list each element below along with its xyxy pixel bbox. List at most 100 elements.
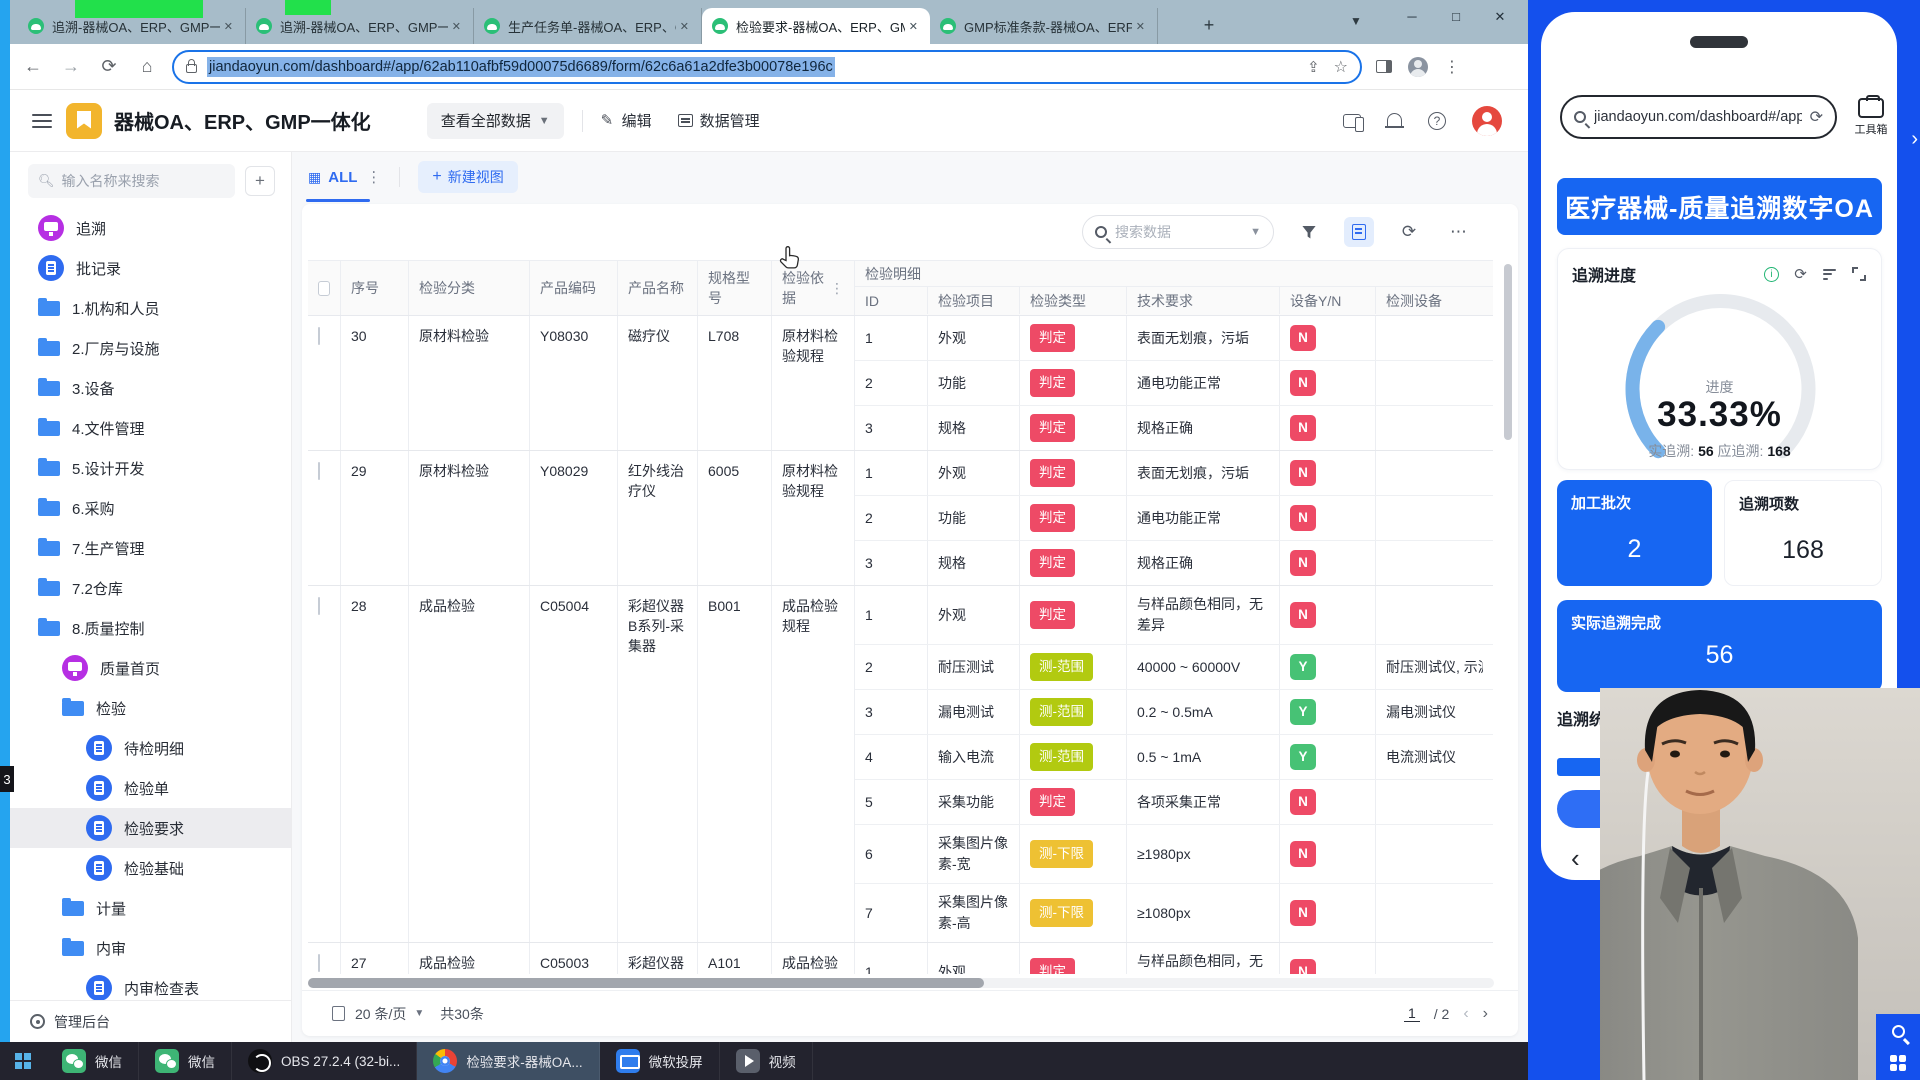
- tab-close-icon[interactable]: ✕: [676, 18, 693, 35]
- taskbar-item[interactable]: 微信: [139, 1042, 232, 1080]
- mobile-preview-icon[interactable]: [1343, 114, 1361, 128]
- taskbar-item[interactable]: 检验要求-器械OA...: [417, 1042, 599, 1080]
- detail-row[interactable]: 3漏电测试测-范围0.2 ~ 0.5mAY漏电测试仪: [855, 690, 1493, 735]
- form-view-toggle[interactable]: [1344, 217, 1374, 247]
- table-row[interactable]: 29原材料检验Y08029红外线治疗仪6005原材料检验规程1外观判定表面无划痕…: [308, 451, 1493, 586]
- table-row[interactable]: 28成品检验C05004彩超仪器B系列-采集器B001成品检验规程1外观判定与样…: [308, 586, 1493, 943]
- detail-row[interactable]: 1外观判定与样品颜色相同，无差异N: [855, 586, 1493, 645]
- column-header[interactable]: 技术要求: [1127, 287, 1280, 314]
- sidebar-item[interactable]: 3.设备: [10, 368, 291, 408]
- new-view-button[interactable]: +新建视图: [418, 161, 517, 193]
- tab-close-icon[interactable]: ✕: [905, 18, 922, 35]
- sidebar-item[interactable]: 检验单: [10, 768, 291, 808]
- phone-url-bar[interactable]: jiandaoyun.com/dashboard#/app/... ⟳: [1560, 95, 1837, 139]
- panel-collapse-icon[interactable]: ›: [1911, 128, 1918, 151]
- side-panel-icon[interactable]: [1376, 60, 1392, 73]
- new-tab-button[interactable]: +: [1196, 12, 1222, 38]
- column-header[interactable]: 产品名称: [618, 261, 698, 315]
- taskbar-item[interactable]: 微信: [46, 1042, 139, 1080]
- browser-tab[interactable]: 追溯-器械OA、ERP、GMP一体化✕: [246, 8, 474, 44]
- taskbar-item[interactable]: OBS 27.2.4 (32-bi...: [232, 1042, 417, 1080]
- admin-backend-link[interactable]: 管理后台: [10, 1000, 291, 1042]
- url-bar[interactable]: jiandaoyun.com/dashboard#/app/62ab110afb…: [172, 50, 1362, 84]
- table-search-input[interactable]: 搜索数据 ▼: [1082, 215, 1274, 249]
- current-page-input[interactable]: 1: [1404, 1005, 1420, 1022]
- sidebar-item[interactable]: 1.机构和人员: [10, 288, 291, 328]
- prev-page-icon[interactable]: ‹: [1463, 1005, 1468, 1023]
- row-checkbox[interactable]: [318, 954, 320, 972]
- column-header[interactable]: 检验项目: [928, 287, 1020, 314]
- column-header[interactable]: 检验类型: [1020, 287, 1127, 314]
- search-tool-icon[interactable]: [1883, 1016, 1913, 1046]
- taskbar-item[interactable]: 微软投屏: [600, 1042, 720, 1080]
- tab-search-chevron-icon[interactable]: ▼: [1350, 14, 1362, 28]
- detail-row[interactable]: 2功能判定通电功能正常N: [855, 496, 1493, 541]
- horizontal-scrollbar[interactable]: [308, 978, 1494, 988]
- tab-close-icon[interactable]: ✕: [220, 18, 237, 35]
- sidebar-item[interactable]: 计量: [10, 888, 291, 928]
- sidebar-item[interactable]: 检验基础: [10, 848, 291, 888]
- tab-all-view[interactable]: ▦ ALL ⋮: [308, 152, 381, 202]
- close-button[interactable]: ✕: [1478, 0, 1522, 34]
- sidebar-item[interactable]: 5.设计开发: [10, 448, 291, 488]
- page-size[interactable]: 20 条/页: [355, 1004, 406, 1024]
- tab-close-icon[interactable]: ✕: [448, 18, 465, 35]
- detail-row[interactable]: 1外观判定与样品颜色相同，无差异N: [855, 943, 1493, 974]
- sidebar-item[interactable]: 质量首页: [10, 648, 291, 688]
- detail-row[interactable]: 6采集图片像素-宽测-下限≥1980pxN: [855, 825, 1493, 884]
- edit-button[interactable]: 编辑: [601, 110, 652, 131]
- sidebar-item[interactable]: 检验要求: [10, 808, 291, 848]
- detail-row[interactable]: 3规格判定规格正确N: [855, 541, 1493, 585]
- row-checkbox[interactable]: [318, 462, 320, 480]
- view-options-icon[interactable]: ⋮: [366, 168, 381, 186]
- detail-row[interactable]: 1外观判定表面无划痕，污垢N: [855, 316, 1493, 361]
- data-management-button[interactable]: 数据管理: [678, 110, 760, 131]
- maximize-button[interactable]: □: [1434, 0, 1478, 34]
- forward-icon[interactable]: →: [56, 56, 86, 77]
- detail-row[interactable]: 2耐压测试测-范围40000 ~ 60000VY耐压测试仪, 示波器: [855, 645, 1493, 690]
- sidebar-item[interactable]: 6.采购: [10, 488, 291, 528]
- column-header[interactable]: 规格型号: [698, 261, 772, 315]
- hamburger-icon[interactable]: [32, 110, 52, 132]
- sidebar-item[interactable]: 检验: [10, 688, 291, 728]
- select-all-checkbox[interactable]: [318, 281, 330, 296]
- page-size-dropdown-icon[interactable]: ▼: [414, 1008, 424, 1019]
- sidebar-add-button[interactable]: +: [245, 166, 275, 196]
- reload-icon[interactable]: ⟳: [94, 56, 124, 77]
- vertical-scrollbar[interactable]: [1504, 264, 1512, 440]
- column-menu-icon[interactable]: ⋮: [830, 280, 844, 297]
- sidebar-item[interactable]: 待检明细: [10, 728, 291, 768]
- sidebar-item[interactable]: 批记录: [10, 248, 291, 288]
- view-all-data-button[interactable]: 查看全部数据▼: [427, 103, 564, 139]
- table-row[interactable]: 27成品检验C05003彩超仪器A系列-采集器A101成品检验规程1外观判定与样…: [308, 943, 1493, 974]
- user-avatar[interactable]: [1472, 106, 1502, 136]
- sidebar-item[interactable]: 8.质量控制: [10, 608, 291, 648]
- detail-row[interactable]: 1外观判定表面无划痕，污垢N: [855, 451, 1493, 496]
- back-icon[interactable]: ←: [18, 56, 48, 77]
- help-icon[interactable]: ?: [1428, 112, 1446, 130]
- tab-close-icon[interactable]: ✕: [1132, 18, 1149, 35]
- column-header[interactable]: ID: [855, 287, 928, 314]
- more-actions-icon[interactable]: ⋯: [1444, 217, 1474, 247]
- share-icon[interactable]: ⇪: [1307, 58, 1320, 76]
- detail-row[interactable]: 2功能判定通电功能正常N: [855, 361, 1493, 406]
- sidebar-item[interactable]: 7.生产管理: [10, 528, 291, 568]
- column-header[interactable]: 设备Y/N: [1280, 287, 1376, 314]
- browser-tab[interactable]: 检验要求-器械OA、ERP、GMP一体化✕: [702, 8, 930, 44]
- toolbox-button[interactable]: 工具箱: [1849, 98, 1893, 137]
- detail-row[interactable]: 7采集图片像素-高测-下限≥1080pxN: [855, 884, 1493, 942]
- column-header[interactable]: 序号: [341, 261, 409, 315]
- bell-icon[interactable]: [1387, 113, 1402, 128]
- row-checkbox[interactable]: [318, 597, 320, 615]
- detail-row[interactable]: 5采集功能判定各项采集正常N: [855, 780, 1493, 825]
- browser-tab[interactable]: GMP标准条款-器械OA、ERP、GMP一体化✕: [930, 8, 1158, 44]
- column-header[interactable]: 检验分类: [409, 261, 530, 315]
- home-icon[interactable]: ⌂: [132, 56, 162, 77]
- start-button[interactable]: [0, 1042, 46, 1080]
- row-checkbox[interactable]: [318, 327, 320, 345]
- refresh-button[interactable]: ⟳: [1394, 217, 1424, 247]
- sidebar-item[interactable]: 4.文件管理: [10, 408, 291, 448]
- profile-avatar[interactable]: [1408, 57, 1428, 77]
- apps-grid-icon[interactable]: [1883, 1048, 1913, 1078]
- bookmark-star-icon[interactable]: ☆: [1334, 57, 1348, 77]
